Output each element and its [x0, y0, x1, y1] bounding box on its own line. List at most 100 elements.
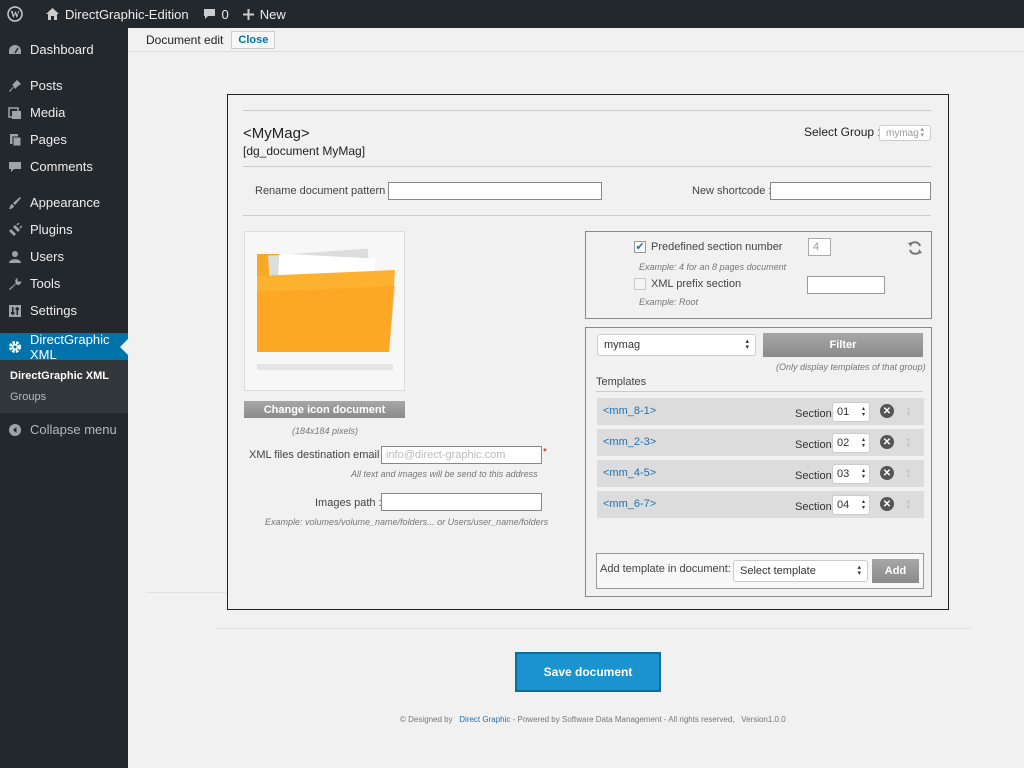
sidebar-item-label: Settings: [30, 303, 77, 318]
pin-icon: [8, 79, 22, 93]
settings-icon: [8, 304, 22, 318]
predefined-checkbox[interactable]: ✔: [634, 241, 646, 253]
user-icon: [8, 250, 22, 264]
move-handle-icon[interactable]: ↕: [905, 495, 912, 511]
section-label: Section: [795, 501, 832, 513]
template-name[interactable]: <mm_4-5>: [603, 467, 656, 479]
xml-prefix-checkbox[interactable]: [634, 278, 646, 290]
admin-bar: W DirectGraphic-Edition 0 New: [0, 0, 1024, 28]
sidebar-item-label: Pages: [30, 132, 67, 147]
updown-arrows-icon: ▴ ▾: [861, 499, 865, 511]
section-value: 03: [837, 468, 850, 480]
comments-link[interactable]: 0: [196, 0, 236, 28]
sidebar-item-dashboard[interactable]: Dashboard: [0, 36, 128, 63]
section-value: 04: [837, 499, 850, 511]
email-input[interactable]: info@direct-graphic.com: [381, 446, 542, 464]
sidebar-item-label: Dashboard: [30, 42, 94, 57]
section-label: Section: [795, 408, 832, 420]
images-path-input[interactable]: [381, 493, 542, 511]
template-name[interactable]: <mm_8-1>: [603, 405, 656, 417]
submenu-item-directgraphic-xml[interactable]: DirectGraphic XML: [0, 365, 128, 386]
sidebar-item-directgraphic-xml[interactable]: DirectGraphic XML: [0, 331, 128, 362]
collapse-menu-button[interactable]: Collapse menu: [0, 416, 128, 443]
page-title: Document edit: [146, 32, 224, 47]
footer-link[interactable]: Direct Graphic: [459, 715, 510, 724]
remove-template-icon[interactable]: ✕: [880, 466, 894, 480]
sidebar-submenu: DirectGraphic XML Groups: [0, 360, 128, 413]
wrench-icon: [8, 277, 22, 291]
sidebar-item-media[interactable]: Media: [0, 99, 128, 126]
template-row: <mm_4-5> Section 03 ▴ ▾ ✕ ↕: [597, 460, 924, 487]
move-handle-icon[interactable]: ↕: [905, 464, 912, 480]
sidebar-item-comments[interactable]: Comments: [0, 153, 128, 180]
divider: [596, 391, 923, 392]
section-select[interactable]: 02 ▴ ▾: [832, 433, 870, 453]
sidebar-item-tools[interactable]: Tools: [0, 270, 128, 297]
admin-sidebar: Dashboard Posts Media Pages Comments App…: [0, 28, 128, 768]
footer: © Designed by Direct Graphic - Powered b…: [400, 715, 786, 724]
sidebar-item-label: Plugins: [30, 222, 73, 237]
updown-arrows-icon: ▴ ▾: [857, 564, 861, 577]
remove-template-icon[interactable]: ✕: [880, 497, 894, 511]
move-handle-icon[interactable]: ↕: [905, 433, 912, 449]
document-icon-preview: [244, 231, 405, 391]
new-shortcode-input[interactable]: [770, 182, 931, 200]
site-name: DirectGraphic-Edition: [65, 6, 189, 22]
sidebar-item-plugins[interactable]: Plugins: [0, 216, 128, 243]
plug-icon: [8, 222, 22, 237]
svg-text:W: W: [11, 10, 20, 20]
template-name[interactable]: <mm_2-3>: [603, 436, 656, 448]
change-icon-button[interactable]: Change icon document: [244, 401, 405, 418]
sidebar-item-settings[interactable]: Settings: [0, 297, 128, 324]
site-name-link[interactable]: DirectGraphic-Edition: [36, 0, 196, 28]
refresh-icon[interactable]: [907, 240, 923, 256]
save-document-button[interactable]: Save document: [515, 652, 661, 692]
sidebar-item-pages[interactable]: Pages: [0, 126, 128, 153]
sidebar-item-appearance[interactable]: Appearance: [0, 189, 128, 216]
select-group-dropdown[interactable]: mymag ▴ ▾: [879, 125, 931, 141]
document-title: <MyMag>: [243, 125, 310, 142]
filter-note: (Only display templates of that group): [776, 362, 926, 372]
xml-prefix-input[interactable]: [807, 276, 885, 294]
new-content-link[interactable]: New: [236, 0, 293, 28]
email-placeholder: info@direct-graphic.com: [386, 449, 506, 461]
add-template-button[interactable]: Add: [872, 559, 919, 583]
updown-arrows-icon: ▴ ▾: [745, 338, 749, 351]
wordpress-logo-icon[interactable]: W: [0, 0, 36, 28]
predefined-note: Example: 4 for an 8 pages document: [639, 262, 787, 272]
remove-template-icon[interactable]: ✕: [880, 435, 894, 449]
submenu-item-groups[interactable]: Groups: [0, 386, 128, 407]
updown-arrows-icon: ▴ ▾: [861, 437, 865, 449]
rename-pattern-input[interactable]: [388, 182, 602, 200]
select-template-dropdown[interactable]: Select template ▴ ▾: [733, 560, 868, 582]
sidebar-item-users[interactable]: Users: [0, 243, 128, 270]
footer-suffix: - Powered by Software Data Management - …: [512, 715, 735, 724]
template-name[interactable]: <mm_6-7>: [603, 498, 656, 510]
template-group-filter-select[interactable]: mymag ▴ ▾: [597, 334, 756, 356]
dashboard-icon: [8, 43, 22, 57]
brush-icon: [8, 196, 22, 210]
section-select[interactable]: 04 ▴ ▾: [832, 495, 870, 515]
pages-icon: [8, 133, 22, 147]
required-asterisk: *: [543, 447, 547, 458]
section-select[interactable]: 03 ▴ ▾: [832, 464, 870, 484]
section-value: 01: [837, 406, 850, 418]
move-handle-icon[interactable]: ↕: [905, 402, 912, 418]
rename-label: Rename document pattern :: [255, 185, 392, 197]
sidebar-item-label: Users: [30, 249, 64, 264]
sidebar-item-label: DirectGraphic XML: [30, 331, 110, 362]
sidebar-item-label: Media: [30, 105, 66, 120]
remove-template-icon[interactable]: ✕: [880, 404, 894, 418]
filter-button[interactable]: Filter: [763, 333, 923, 357]
select-group-label: Select Group :: [804, 125, 881, 139]
section-select[interactable]: 01 ▴ ▾: [832, 402, 870, 422]
predefined-number-input[interactable]: 4: [808, 238, 831, 256]
sidebar-item-posts[interactable]: Posts: [0, 72, 128, 99]
comments-count: 0: [221, 6, 229, 22]
close-button[interactable]: Close: [231, 30, 276, 49]
select-group-value: mymag: [886, 127, 919, 139]
select-template-value: Select template: [740, 565, 816, 577]
images-path-note: Example: volumes/volume_name/folders... …: [265, 517, 549, 527]
section-label: Section: [795, 439, 832, 451]
document-shortcode: [dg_document MyMag]: [243, 144, 366, 158]
